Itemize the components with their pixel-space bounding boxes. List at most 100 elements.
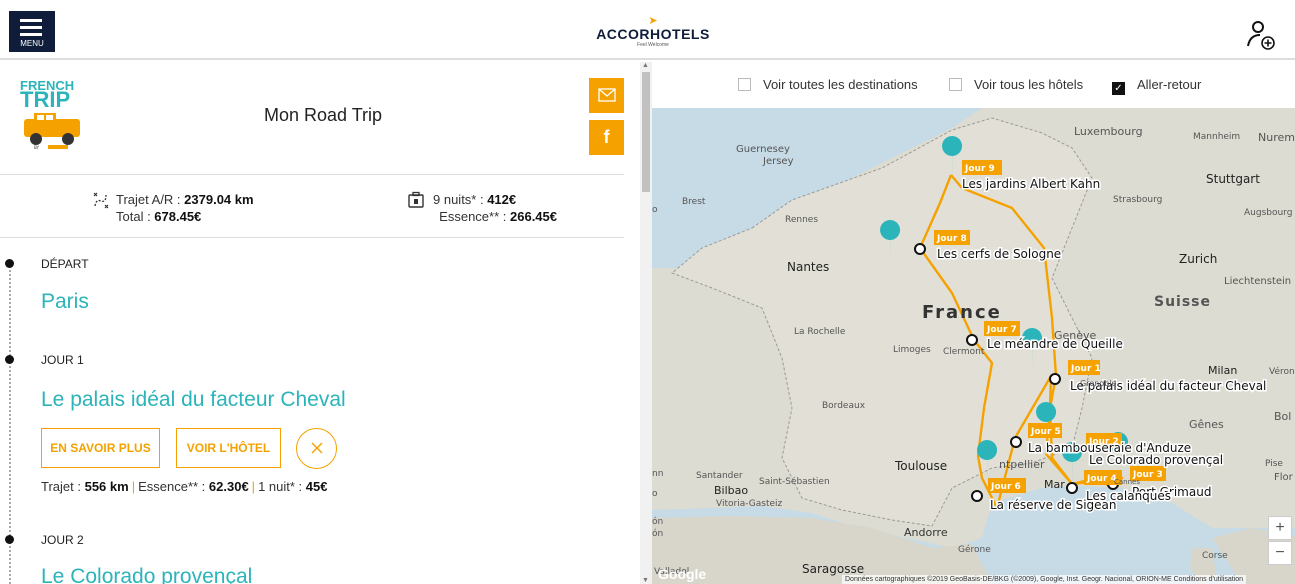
map-place-label: Bordeaux [822, 401, 866, 411]
map-place-label: Strasbourg [1113, 195, 1162, 205]
brand-logo[interactable]: ➤ ACCORHOTELS Feel Welcome [593, 15, 713, 49]
checkbox-checked[interactable]: ✓ [1112, 82, 1125, 95]
remove-step-button[interactable] [296, 428, 337, 469]
stop-name: Le Colorado provençal [1089, 453, 1223, 467]
itinerary-panel: FRENCH TRIP BY Mon Road Trip f Trajet A/… [0, 62, 640, 584]
brand-name: ACCORHOTELS [596, 26, 710, 42]
map-place-label: Nurem [1258, 131, 1295, 144]
map-attribution[interactable]: Données cartographiques ©2019 GeoBasis-D… [842, 575, 1247, 584]
trip-value: 556 km [84, 479, 129, 494]
view-hotel-button[interactable]: VOIR L'HÔTEL [176, 428, 281, 468]
map-place-label: Mar [1044, 478, 1065, 491]
map-place-label: Clermont [943, 347, 985, 357]
total-value: 678.45€ [154, 209, 202, 224]
step-trip-info: Trajet : 556 km | Essence** : 62.30€ | 1 nui… [41, 479, 328, 494]
scroll-up-icon[interactable]: ▲ [642, 62, 649, 69]
map-place-label: Flor [1274, 472, 1294, 483]
map-place-label: Corse [1202, 551, 1228, 561]
map-place-label: nn [652, 469, 663, 479]
map-place-label: Rennes [785, 215, 818, 225]
day-tag: Jour 6 [990, 482, 1021, 492]
filter-all-hotels[interactable]: Voir tous les hôtels [949, 77, 1083, 92]
route-map[interactable]: Jour 9 Jour 8 Jour 7 Jour 1 Jour 5 Jour … [652, 108, 1295, 584]
filter-all-destinations[interactable]: Voir toutes les destinations [738, 77, 918, 92]
night-label: 1 nuit* : [258, 479, 306, 494]
share-facebook-button[interactable]: f [589, 120, 624, 155]
learn-more-button[interactable]: EN SAVOIR PLUS [41, 428, 160, 468]
map-place-label: BY [34, 145, 40, 150]
fuel-label: Essence** : [439, 209, 510, 224]
map-place-label: Jersey [762, 156, 794, 167]
brand-arrow-icon: ➤ [648, 15, 658, 27]
jeep-icon: BY [24, 113, 80, 150]
route-value: 2379.04 km [184, 192, 254, 207]
step-title-jour2[interactable]: Le Colorado provençal [41, 565, 252, 584]
cost-stat: 9 nuits* : 412€ Essence** : 266.45€ [407, 191, 557, 225]
map-place-label: Vitoria-Gasteiz [716, 499, 783, 509]
filter-round-trip[interactable]: ✓ Aller-retour [1112, 77, 1201, 95]
timeline-dot [5, 355, 14, 364]
google-logo[interactable]: Google [658, 566, 706, 582]
map-place-label: Augsbourg [1244, 208, 1292, 218]
zoom-out-button[interactable]: − [1268, 541, 1292, 565]
brand-tagline: Feel Welcome [637, 42, 669, 48]
route-icon [93, 192, 109, 209]
zoom-in-button[interactable]: + [1268, 516, 1292, 540]
logo-line2: TRIP [20, 87, 71, 112]
checkbox[interactable] [738, 78, 751, 91]
checkbox[interactable] [949, 78, 962, 91]
map-filters: Voir toutes les destinations Voir tous l… [652, 62, 1295, 108]
share-mail-button[interactable] [589, 78, 624, 113]
route-label: Trajet A/R : [116, 192, 185, 207]
day-tag: Jour 9 [964, 164, 995, 174]
nights-label: 9 nuits* : [433, 192, 488, 207]
map-place-label: ón [652, 516, 663, 527]
map-place-label: Brest [682, 197, 706, 207]
step-label-depart: DÉPART [41, 257, 89, 271]
menu-label: MENU [20, 39, 44, 48]
fuel-value: 62.30€ [208, 479, 249, 494]
filter-label: Voir tous les hôtels [974, 77, 1084, 92]
close-icon [310, 442, 323, 454]
user-add-icon[interactable] [1244, 18, 1278, 52]
hamburger-icon [20, 19, 42, 40]
map-place-label: o [652, 205, 658, 215]
map-place-label: ntpellier [999, 458, 1045, 471]
map-section: Voir toutes les destinations Voir tous l… [652, 62, 1295, 584]
stop-name: Les jardins Albert Kahn [962, 177, 1100, 191]
scroll-down-icon[interactable]: ▼ [642, 577, 649, 584]
menu-button[interactable]: MENU [9, 11, 55, 52]
map-place-label: Andorre [904, 526, 948, 539]
nights-value: 412€ [487, 192, 517, 207]
map-place-label: Gérone [958, 544, 991, 555]
map-place-label: Gênes [1189, 418, 1224, 431]
map-place-label: Limoges [893, 345, 931, 355]
step-label-jour1: JOUR 1 [41, 353, 84, 367]
map-place-label: Pise [1265, 459, 1283, 469]
night-value: 45€ [305, 479, 328, 494]
stop-name: La réserve de Sigean [990, 498, 1117, 512]
scrollbar-thumb[interactable] [642, 72, 650, 192]
map-place-label: France [922, 302, 1002, 323]
map-place-label: Bol [1274, 410, 1291, 423]
filter-label: Voir toutes les destinations [763, 77, 918, 92]
map-place-label: Véron [1269, 366, 1295, 377]
day-tag: Jour 1 [1070, 364, 1101, 374]
stop-name: Les cerfs de Sologne [937, 247, 1061, 261]
panel-scrollbar[interactable]: ▲ ▼ [640, 62, 652, 584]
step-title-jour1[interactable]: Le palais idéal du facteur Cheval [41, 388, 346, 412]
map-place-label: Toulouse [894, 459, 947, 473]
top-bar: MENU ➤ ACCORHOTELS Feel Welcome [0, 0, 1295, 60]
fuel-label: Essence** : [138, 479, 209, 494]
map-place-label: Bilbao [714, 484, 748, 497]
map-place-label: Luxembourg [1074, 125, 1143, 138]
map-place-label: Guernesey [736, 144, 790, 155]
map-place-label: Milan [1208, 364, 1237, 377]
map-place-label: Stuttgart [1206, 172, 1260, 186]
envelope-icon [597, 88, 616, 102]
map-place-label: Mannheim [1193, 132, 1240, 142]
step-title-depart[interactable]: Paris [41, 290, 89, 314]
map-place-label: Cannes [1114, 478, 1140, 486]
map-canvas[interactable]: Jour 9 Jour 8 Jour 7 Jour 1 Jour 5 Jour … [652, 108, 1295, 584]
timeline-dot [5, 259, 14, 268]
